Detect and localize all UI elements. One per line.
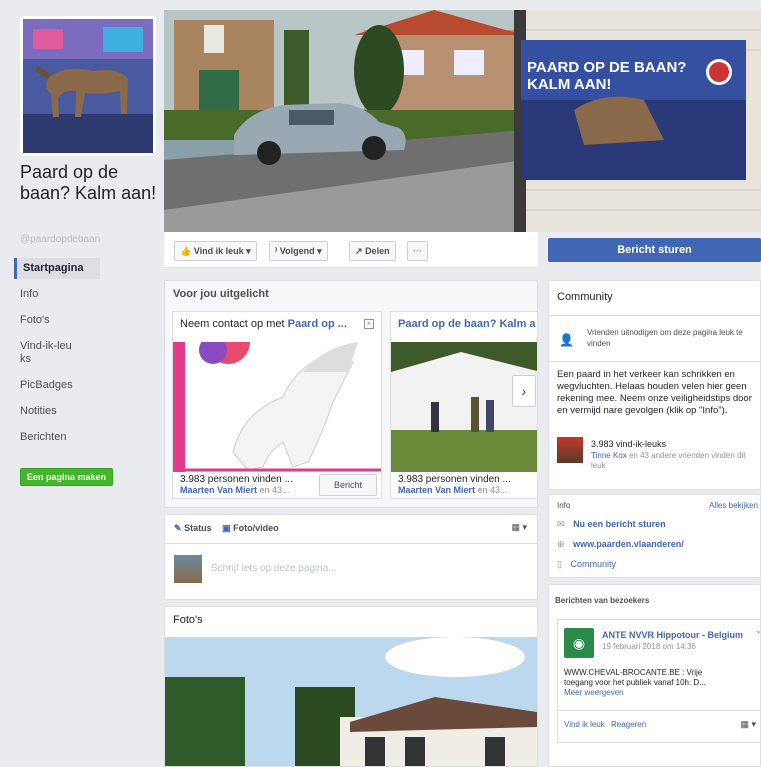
page-action-bar: 👍 Vind ik leuk ▾ ⁾ Volgend ▾ ↗ Delen ···: [164, 232, 538, 268]
bericht-button[interactable]: Bericht: [319, 474, 377, 496]
like-button[interactable]: 👍 Vind ik leuk ▾: [174, 241, 257, 261]
see-all-link[interactable]: Alles bekijken: [709, 501, 758, 510]
share-icon: ↗: [355, 246, 363, 256]
contact-page-link[interactable]: Paard op ...: [288, 318, 347, 330]
featured-horse-image[interactable]: [173, 342, 381, 472]
close-icon[interactable]: ×: [364, 319, 374, 329]
page-title: Paard op de baan? Kalm aan!: [20, 162, 157, 203]
featured-page-link[interactable]: Paard op de baan? Kalm a: [398, 318, 536, 330]
message-icon: ✉: [557, 519, 565, 529]
contact-friend-suffix: en 43...: [257, 485, 290, 495]
sidebar-item-vind-ik-leuks[interactable]: Vind-ik-leuks: [14, 336, 80, 370]
sidebar-item-startpagina[interactable]: Startpagina: [14, 258, 100, 279]
post-reply-link[interactable]: Reageren: [611, 720, 646, 729]
post-like-link[interactable]: Vind ik leuk: [564, 720, 605, 729]
page-description: Een paard in het verkeer kan schrikken e…: [557, 369, 752, 416]
cover-poster-title: PAARD OP DE BAAN?: [527, 59, 686, 76]
featured-contact-card[interactable]: Neem contact op met Paard op ... × 3.983…: [172, 311, 382, 499]
sidebar-item-info[interactable]: Info: [14, 284, 157, 305]
community-card: Community 👤 Vrienden uitnodigen om deze …: [548, 280, 761, 490]
pencil-icon: ✎: [174, 523, 182, 533]
community-title: Community: [557, 291, 613, 303]
globe-icon: ⊕: [557, 539, 565, 549]
photo-thumbnail[interactable]: [165, 637, 537, 766]
page-handle: @paardopdebaan: [20, 234, 101, 245]
page-friend-link[interactable]: Maarten Van Miert: [398, 485, 475, 495]
liker-friend-link[interactable]: Tinne Kox: [591, 451, 627, 460]
post-date[interactable]: 19 februari 2018 om 14:36: [602, 642, 696, 651]
sidebar-nav: Startpagina Info Foto's Vind-ik-leuks Pi…: [14, 258, 157, 453]
more-button[interactable]: ···: [407, 241, 428, 261]
like-label: Vind ik leuk: [193, 246, 244, 256]
post-as-selector[interactable]: ▦ ▾: [511, 522, 527, 533]
post-author-link[interactable]: ANTE NVVR Hippotour - Belgium: [602, 630, 743, 640]
carousel-next-button[interactable]: ›: [512, 375, 536, 407]
sidebar-item-picbadges[interactable]: PicBadges: [14, 375, 157, 396]
page-friend-suffix: en 43...: [475, 485, 508, 495]
visitor-posts-card: Berichten van bezoekers ◉ ANTE NVVR Hipp…: [548, 584, 761, 767]
contact-prefix: Neem contact op met: [180, 318, 288, 330]
photo-video-tab[interactable]: Foto/video: [233, 523, 279, 533]
likes-thumbnail: [557, 437, 583, 463]
profile-picture[interactable]: [20, 16, 156, 156]
send-message-button[interactable]: Bericht sturen: [548, 238, 761, 262]
cover-photo[interactable]: PAARD OP DE BAAN? KALM AAN!: [164, 10, 761, 232]
page-likes-text: 3.983 personen vinden ...: [398, 474, 511, 485]
info-title: Info: [557, 501, 571, 510]
composer-avatar: [174, 555, 202, 583]
visitor-posts-title: Berichten van bezoekers: [555, 596, 650, 605]
see-more-link[interactable]: Meer weergeven: [564, 688, 624, 697]
svg-text:KALM AAN!: KALM AAN!: [527, 76, 611, 93]
facebook-page: Paard op de baan? Kalm aan! @paardopdeba…: [0, 0, 761, 767]
category-link[interactable]: Community: [570, 559, 616, 569]
rss-icon: ⁾: [275, 246, 278, 256]
create-page-button[interactable]: Een pagina maken: [20, 468, 114, 486]
photo-icon: ▣: [222, 523, 231, 533]
category-icon: ▯: [557, 559, 562, 569]
contact-friend-link[interactable]: Maarten Van Miert: [180, 485, 257, 495]
share-label: Delen: [365, 246, 390, 256]
status-tab[interactable]: Status: [184, 523, 212, 533]
sidebar-item-notities[interactable]: Notities: [14, 401, 157, 422]
likes-count[interactable]: 3.983 vind-ik-leuks: [591, 439, 666, 449]
photos-title: Foto's: [173, 614, 203, 626]
send-message-link[interactable]: Nu een bericht sturen: [573, 519, 666, 529]
featured-card: Voor jou uitgelicht Neem contact op met …: [164, 280, 538, 508]
post-options-icon[interactable]: ⌄: [755, 626, 760, 635]
featured-tent-image[interactable]: [391, 342, 537, 472]
follow-button[interactable]: ⁾ Volgend ▾: [269, 241, 328, 261]
contact-likes-text: 3.983 personen vinden ...: [180, 474, 293, 485]
invite-friends-link[interactable]: Vrienden uitnodigen om deze pagina leuk …: [587, 327, 757, 349]
info-card: Info Alles bekijken ✉ Nu een bericht stu…: [548, 494, 761, 578]
follow-label: Volgend: [279, 246, 315, 256]
featured-title: Voor jou uitgelicht: [173, 288, 269, 300]
post-as-icon[interactable]: ▦ ▾: [740, 719, 756, 730]
share-button[interactable]: ↗ Delen: [349, 241, 396, 261]
left-sidebar: Paard op de baan? Kalm aan! @paardopdeba…: [14, 10, 157, 767]
composer-card: ✎ Status ▣ Foto/video ▦ ▾ Schrijf iets o…: [164, 514, 538, 600]
sidebar-item-fotos[interactable]: Foto's: [14, 310, 157, 331]
composer-input[interactable]: Schrijf iets op deze pagina...: [211, 563, 337, 574]
invite-friends-icon: 👤: [559, 333, 574, 347]
visitor-post: ◉ ANTE NVVR Hippotour - Belgium 19 febru…: [557, 619, 760, 743]
post-author-avatar[interactable]: ◉: [564, 628, 594, 658]
chevron-right-icon: ›: [521, 383, 527, 399]
thumbs-up-icon: 👍: [180, 246, 192, 256]
website-link[interactable]: www.paarden.vlaanderen/: [573, 539, 684, 549]
sidebar-item-berichten[interactable]: Berichten: [14, 427, 157, 448]
photos-card: Foto's: [164, 606, 538, 767]
post-text: WWW.CHEVAL-BROCANTE.BE : Vrije toegang v…: [564, 668, 706, 687]
